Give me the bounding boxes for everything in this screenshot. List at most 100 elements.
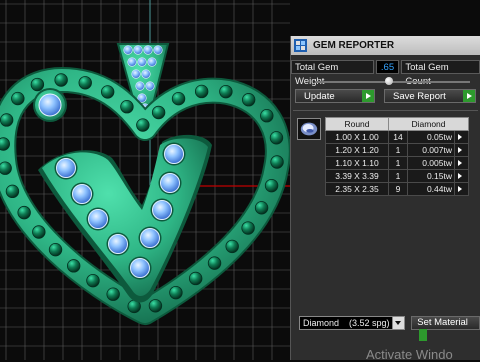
gem-size-cell: 1.20 X 1.20	[325, 143, 389, 157]
table-row[interactable]: 3.39 X 3.39 1 0.15tw	[325, 169, 469, 183]
chevron-down-icon[interactable]	[392, 317, 405, 329]
metal-bead	[169, 285, 183, 300]
total-gem-weight-value: .65	[375, 59, 400, 74]
metal-bead	[32, 225, 46, 239]
update-button-label: Update	[304, 90, 335, 102]
gem-size-cell: 3.39 X 3.39	[325, 169, 389, 183]
gem-size-cell: 1.10 X 1.10	[325, 156, 389, 170]
round-diamond-icon	[297, 118, 321, 140]
pave-gem	[147, 57, 157, 67]
gem-count-cell: 9	[388, 182, 408, 196]
metal-bead	[78, 76, 92, 90]
gem-weight-cell: 0.15tw	[407, 169, 455, 183]
gem-count-cell: 1	[388, 169, 408, 183]
panel-title-bar[interactable]: GEM REPORTER	[291, 36, 480, 55]
gem-reporter-panel: GEM REPORTER Total Gem Weight .65 Total …	[290, 36, 480, 360]
metal-bead	[106, 287, 120, 301]
green-arrow-icon	[463, 90, 475, 102]
metal-bead	[241, 93, 256, 107]
save-report-button-label: Save Report	[393, 90, 446, 102]
gem-reporter-icon	[294, 39, 307, 52]
metal-bead	[260, 109, 274, 123]
metal-bead	[5, 184, 20, 199]
pave-gem	[143, 45, 153, 55]
round-gem	[88, 209, 108, 229]
metal-bead	[171, 91, 186, 106]
round-gem	[152, 200, 172, 220]
round-gem	[72, 184, 92, 204]
pave-gem	[137, 57, 147, 67]
metal-bead	[194, 84, 209, 99]
top-left-accent-gem	[33, 88, 67, 122]
gem-count-cell: 1	[388, 143, 408, 157]
metal-bead	[188, 271, 203, 286]
viewport-canvas[interactable]	[0, 0, 290, 360]
panel-divider	[293, 110, 478, 111]
green-arrow-icon[interactable]	[454, 169, 469, 183]
metal-bead	[0, 161, 12, 175]
round-gem	[56, 158, 76, 178]
gem-weight-cell: 0.007tw	[407, 143, 455, 157]
round-gem	[160, 173, 180, 193]
metal-bead	[136, 118, 150, 132]
gem-report-table: Round Diamond 1.00 X 1.00 14 0.05tw 1.20 X …	[325, 117, 469, 196]
metal-bead	[66, 259, 81, 273]
green-arrow-icon[interactable]	[454, 130, 469, 144]
table-row[interactable]: 2.35 X 2.35 9 0.44tw	[325, 182, 469, 196]
slider-thumb[interactable]	[385, 77, 394, 85]
metal-bead	[269, 131, 284, 145]
material-select-value: Diamond (3.52 spg)	[303, 318, 390, 328]
gem-size-cell: 2.35 X 2.35	[325, 182, 389, 196]
pave-gem	[135, 81, 145, 91]
metal-bead	[225, 239, 239, 254]
total-gem-count-label: Total Gem Count	[401, 59, 480, 87]
round-gem	[164, 144, 184, 164]
pave-gem	[127, 57, 137, 67]
gem-weight-cell: 0.44tw	[407, 182, 455, 196]
green-arrow-icon[interactable]	[454, 182, 469, 196]
col-header-shape[interactable]: Round	[325, 117, 389, 131]
total-gem-weight-label: Total Gem Weight	[291, 59, 374, 87]
round-gem	[130, 258, 150, 278]
material-select[interactable]: Diamond (3.52 spg)	[299, 316, 406, 330]
table-row[interactable]: 1.00 X 1.00 14 0.05tw	[325, 130, 469, 144]
metal-bead	[54, 73, 68, 87]
gem-weight-cell: 0.005tw	[407, 156, 455, 170]
round-gem	[140, 228, 160, 248]
metal-bead	[254, 201, 269, 215]
gem-count-cell: 14	[388, 130, 408, 144]
table-row[interactable]: 1.10 X 1.10 1 0.005tw	[325, 156, 469, 170]
metal-bead	[148, 299, 163, 313]
green-arrow-icon	[362, 90, 374, 102]
col-header-material[interactable]: Diamond	[388, 117, 469, 131]
3d-viewport[interactable]	[0, 0, 290, 360]
pave-gem	[153, 45, 163, 55]
metal-bead	[30, 77, 45, 92]
set-material-button[interactable]: Set Material	[411, 316, 480, 341]
metal-bead	[264, 178, 279, 193]
metal-bead	[100, 85, 115, 99]
metal-bead	[219, 84, 233, 99]
metal-bead	[17, 205, 31, 220]
metal-bead	[207, 256, 222, 270]
metal-bead	[270, 155, 284, 169]
round-gem	[108, 234, 128, 254]
pave-gem	[133, 45, 143, 55]
update-button[interactable]: Update	[295, 89, 375, 103]
table-row[interactable]: 1.20 X 1.20 1 0.007tw	[325, 143, 469, 157]
report-slider[interactable]	[315, 77, 470, 87]
metal-bead	[0, 137, 10, 151]
metal-bead	[11, 91, 25, 106]
panel-title: GEM REPORTER	[313, 40, 395, 51]
metal-bead	[241, 221, 255, 235]
metal-bead	[48, 242, 63, 257]
save-report-button[interactable]: Save Report	[384, 89, 476, 103]
metal-bead	[120, 100, 134, 114]
set-material-button-label: Set Material	[417, 317, 468, 328]
gem-report-area: Round Diamond 1.00 X 1.00 14 0.05tw 1.20 X …	[291, 116, 480, 196]
green-arrow-icon[interactable]	[454, 156, 469, 170]
pave-gem	[141, 69, 151, 79]
green-arrow-icon[interactable]	[454, 143, 469, 157]
metal-bead	[86, 273, 100, 288]
panel-empty-area	[291, 216, 480, 308]
